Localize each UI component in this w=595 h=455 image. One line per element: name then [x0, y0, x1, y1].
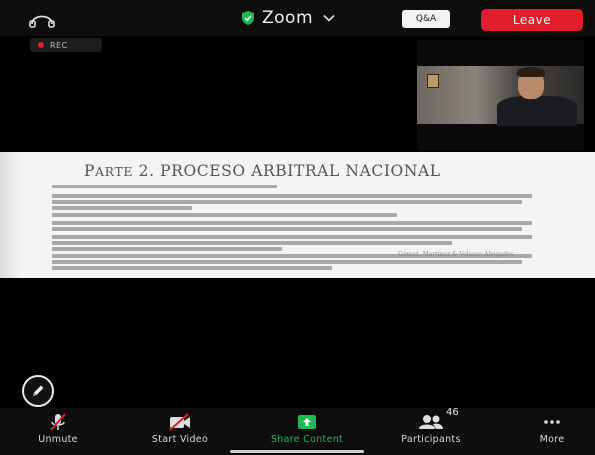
slide-text-line: [52, 247, 282, 251]
slide-text-line: [52, 221, 532, 225]
start-video-label: Start Video: [151, 434, 209, 445]
chevron-down-icon: [323, 14, 335, 22]
slide-title-rest: 2. PROCESO ARBITRAL NACIONAL: [133, 162, 441, 180]
home-indicator[interactable]: [230, 450, 364, 453]
shield-icon: [242, 11, 254, 25]
recording-indicator: REC: [30, 38, 102, 52]
slide-text-line: [52, 266, 332, 270]
participants-count: 46: [446, 407, 459, 418]
shared-screen: PARTE 2. PROCESO ARBITRAL NACIONAL Gómez…: [0, 152, 595, 278]
slide-text-line: [52, 235, 532, 239]
unmute-label: Unmute: [38, 434, 78, 445]
more-button[interactable]: More: [530, 411, 574, 445]
slide-text-line: [52, 200, 522, 204]
person-body: [497, 96, 577, 126]
more-dots-icon: [544, 420, 560, 424]
record-dot-icon: [38, 42, 44, 48]
slide-text-line: [52, 194, 532, 198]
share-content-label: Share Content: [270, 434, 344, 445]
person-hair: [517, 67, 545, 77]
slide-text-line: [52, 185, 277, 188]
participant-video[interactable]: [417, 40, 584, 150]
recording-label: REC: [50, 40, 68, 50]
slide-text-line: [52, 241, 452, 245]
top-bar: Zoom Q&A Leave: [0, 0, 595, 36]
video-off-icon: [169, 413, 190, 431]
participants-button[interactable]: 46 Participants: [386, 407, 476, 445]
slide-title-initial: P: [84, 162, 96, 180]
unmute-button[interactable]: Unmute: [30, 411, 86, 445]
share-up-arrow-icon: [298, 415, 316, 429]
audio-icon[interactable]: [28, 10, 56, 28]
leave-button[interactable]: Leave: [481, 9, 583, 31]
qa-button[interactable]: Q&A: [402, 10, 450, 28]
slide-text-line: [52, 206, 192, 210]
participants-label: Participants: [401, 434, 461, 445]
video-background: [417, 66, 584, 126]
picture-frame: [427, 74, 439, 88]
meeting-title[interactable]: Zoom: [240, 7, 335, 29]
app-title: Zoom: [262, 8, 314, 28]
participants-icon: [419, 415, 443, 429]
slide-edge-shadow: [0, 152, 20, 278]
slide-text-line: [52, 227, 522, 231]
slide-title-small-caps: ARTE: [95, 164, 134, 179]
share-content-button[interactable]: Share Content: [252, 411, 362, 445]
muted-mic-icon: [50, 413, 66, 431]
slide-text-line: [52, 260, 522, 264]
slide-footer: Gómez, Martínez & Velasco Abogados: [398, 251, 514, 258]
slide-title: PARTE 2. PROCESO ARBITRAL NACIONAL: [84, 162, 441, 180]
annotate-button[interactable]: [22, 375, 54, 407]
bottom-toolbar: Unmute Start Video Share Content 46 Part…: [0, 407, 595, 455]
slide-text-line: [52, 213, 397, 217]
more-label: More: [539, 434, 565, 445]
pen-icon: [33, 385, 44, 396]
start-video-button[interactable]: Start Video: [136, 411, 224, 445]
